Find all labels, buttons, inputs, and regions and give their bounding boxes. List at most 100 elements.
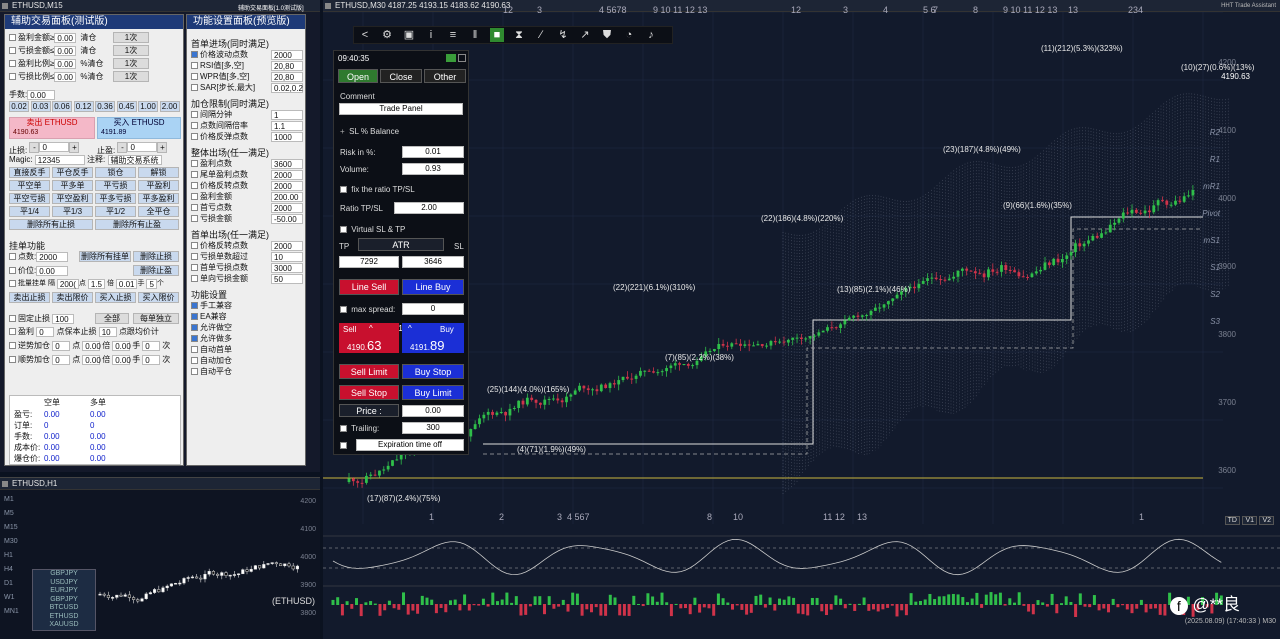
batch-mult-input[interactable]: 0.01 [115,279,138,289]
symbol-item[interactable]: ETHUSD [33,613,95,622]
spread-input[interactable]: 0 [402,303,464,315]
delete-sl-button[interactable]: 删除止损 [133,251,179,262]
menu-icon[interactable] [446,54,456,62]
condition-input[interactable]: 0.00 [54,46,77,56]
sl-minus-button[interactable]: - [29,142,40,153]
settings-checkbox[interactable] [191,133,198,141]
fix-ratio-checkbox[interactable] [340,186,347,194]
pending-points-checkbox[interactable] [9,253,16,261]
delete-all-pending-button[interactable]: 删除所有挂单 [79,251,131,262]
add-value-input[interactable]: 0.00 [112,341,131,351]
add-value-input[interactable]: 0 [52,355,71,365]
add-value-input[interactable]: 0 [142,355,161,365]
symbol-item[interactable]: GBPJPY [33,570,95,579]
trend-icon[interactable]: ↗ [578,28,592,42]
settings-checkbox[interactable] [191,357,198,365]
price-input[interactable]: 0.00 [402,405,464,417]
bell-icon[interactable]: ♪ [644,28,658,42]
volume-input[interactable]: 0.93 [402,163,464,175]
magic-input[interactable]: 12345 [34,155,85,165]
chart-tab[interactable]: TD [1224,516,1240,525]
settings-input[interactable]: 1000 [271,132,303,142]
action-button[interactable]: 锁仓 [95,167,136,178]
timeframe-label[interactable]: M30 [4,538,26,552]
max-spread-checkbox[interactable] [340,306,347,314]
condition-input[interactable]: 0.00 [54,72,77,82]
pending-order-button[interactable]: 买入止损 [95,292,136,303]
add-value-input[interactable]: 0.00 [82,341,101,351]
timeframe-label[interactable]: H1 [4,552,26,566]
virtual-checkbox[interactable] [340,226,347,234]
symbol-item[interactable]: EURJPY [33,587,95,596]
settings-checkbox[interactable] [191,193,198,201]
timeframe-label[interactable]: W1 [4,594,26,608]
add-value-input[interactable]: 0 [52,341,71,351]
settings-input[interactable]: 2000 [271,241,303,251]
shield-icon[interactable]: ⛊ [600,28,614,42]
ratio-input[interactable]: 2.00 [394,202,464,214]
action-button[interactable]: 平多亏损 [95,193,136,204]
minimize-icon[interactable] [458,54,466,62]
settings-checkbox[interactable] [191,302,198,310]
condition-input[interactable]: 0.00 [54,33,77,43]
timeframe-label[interactable]: M1 [4,496,26,510]
trail-checkbox[interactable] [9,328,16,336]
settings-input[interactable]: 20,80 [271,61,303,71]
batch-gap-input[interactable]: 200( [56,279,79,289]
settings-checkbox[interactable] [191,111,198,119]
chart-tab[interactable]: V2 [1259,516,1274,525]
action-button[interactable]: 全平仓 [138,206,179,217]
condition-checkbox[interactable] [9,60,16,68]
settings-checkbox[interactable] [191,62,198,70]
add-value-input[interactable]: 0.00 [112,355,131,365]
chart-tab[interactable]: V1 [1242,516,1257,525]
lot-preset-button[interactable]: 0.06 [52,101,72,112]
chart-green-icon[interactable]: ■ [490,28,504,42]
action-button[interactable]: 删除所有止盈 [95,219,179,230]
settings-checkbox[interactable] [191,346,198,354]
condition-count-button[interactable]: 1次 [113,45,149,56]
settings-input[interactable]: 1 [271,110,303,120]
settings-checkbox[interactable] [191,84,198,92]
sell-button[interactable]: Sell ^ 4190.63 [339,323,399,353]
pending-order-button[interactable]: 卖出止损 [9,292,50,303]
settings-checkbox[interactable] [191,51,198,59]
info-icon[interactable]: i [424,28,438,42]
settings-input[interactable]: 2000 [271,181,303,191]
settings-input[interactable]: 50 [271,274,303,284]
settings-checkbox[interactable] [191,73,198,81]
symbol-item[interactable]: GBPJPY [33,596,95,605]
settings-input[interactable]: 0.02,0.2 [271,83,303,93]
trail-input[interactable]: 0 [36,327,55,337]
action-button[interactable]: 直接反手 [9,167,50,178]
action-button[interactable]: 平1/4 [9,206,50,217]
expiration-input[interactable]: Expiration time off [356,439,464,451]
timeframe-label[interactable]: H4 [4,566,26,580]
pending-price-checkbox[interactable] [9,267,16,275]
tp-input[interactable]: 0 [127,142,158,152]
action-button[interactable]: 平仓反手 [52,167,93,178]
delete-tp-button[interactable]: 删除止盈 [133,265,179,276]
settings-input[interactable]: 20,80 [271,72,303,82]
action-button[interactable]: 平空亏损 [9,193,50,204]
fixed-sl-checkbox[interactable] [9,315,16,323]
comment-input[interactable]: Trade Panel [339,103,463,115]
slash-icon[interactable]: ∕ [534,28,548,42]
buy-button[interactable]: ^ Buy 4191.89 [402,323,464,353]
lot-preset-button[interactable]: 0.36 [95,101,115,112]
condition-checkbox[interactable] [9,47,16,55]
batch-count-input[interactable]: 5 [146,279,157,289]
settings-checkbox[interactable] [191,242,198,250]
timeframe-label[interactable]: M15 [4,524,26,538]
tp-plus-button[interactable]: + [157,142,168,153]
sell-stop-button[interactable]: Sell Stop [339,385,399,400]
settings-checkbox[interactable] [191,264,198,272]
lot-preset-button[interactable]: 0.03 [30,101,51,112]
pending-points-input[interactable]: 2000 [36,252,69,262]
line-buy-button[interactable]: Line Buy [402,279,464,295]
action-button[interactable]: 平空盈利 [52,193,93,204]
batch-lot-input[interactable]: 1.5 [87,279,105,289]
sl-input[interactable]: 0 [39,142,70,152]
settings-input[interactable]: 1.1 [271,121,303,131]
timeframe-label[interactable]: D1 [4,580,26,594]
